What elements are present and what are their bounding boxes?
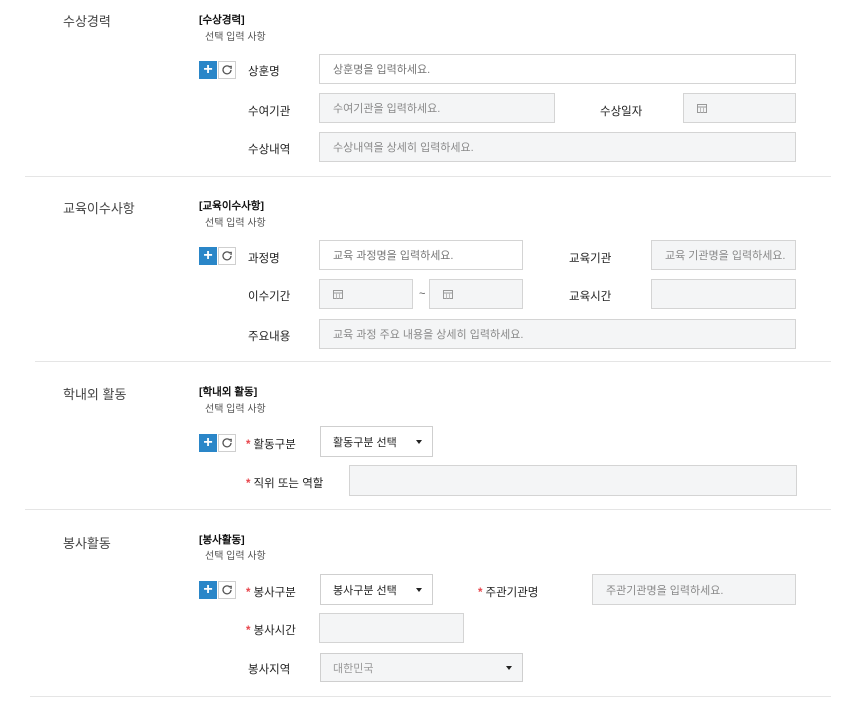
edu-institution-label: 교육기관: [569, 253, 612, 265]
awards-sub-title: [수상경력]: [199, 14, 245, 26]
reset-activity-button[interactable]: [218, 434, 236, 452]
host-org-label-text: 주관기관명: [485, 587, 539, 599]
awards-section-title: 수상경력: [63, 14, 111, 29]
volunteer-section-title: 봉사활동: [63, 536, 111, 551]
activities-section-title: 학내외 활동: [63, 387, 127, 402]
volunteer-hours-input[interactable]: [319, 613, 464, 643]
add-activity-button[interactable]: +: [199, 434, 217, 452]
volunteer-optional-note: 선택 입력 사항: [205, 551, 266, 562]
refresh-icon: [222, 65, 232, 75]
award-date-label: 수상일자: [600, 106, 643, 118]
award-date-input[interactable]: [683, 93, 796, 123]
education-section-title: 교육이수사항: [63, 201, 135, 216]
award-detail-label: 수상내역: [248, 144, 291, 156]
edu-period-label: 이수기간: [248, 291, 291, 303]
required-mark: *: [478, 587, 483, 599]
volunteer-type-select[interactable]: 봉사구분 선택: [320, 574, 433, 605]
activity-type-label-text: 활동구분: [253, 439, 296, 451]
volunteer-sub-title: [봉사활동]: [199, 534, 245, 546]
edu-hours-label: 교육시간: [569, 291, 612, 303]
volunteer-hours-label: * 봉사시간: [246, 622, 296, 638]
refresh-icon: [222, 251, 232, 261]
required-mark: *: [246, 439, 251, 451]
calendar-icon: [697, 103, 707, 113]
period-separator: ~: [419, 288, 426, 300]
reset-education-button[interactable]: [218, 247, 236, 265]
award-name-label: 상훈명: [248, 66, 280, 78]
volunteer-region-select[interactable]: 대한민국: [320, 653, 523, 682]
education-sub-title: [교육이수사항]: [199, 200, 264, 212]
calendar-icon: [443, 289, 453, 299]
refresh-icon: [222, 585, 232, 595]
award-org-label: 수여기관: [248, 106, 291, 118]
period-start-input[interactable]: [319, 279, 413, 309]
add-volunteer-button[interactable]: +: [199, 581, 217, 599]
activities-sub-title: [학내외 활동]: [199, 386, 258, 398]
reset-volunteer-button[interactable]: [218, 581, 236, 599]
edu-content-input[interactable]: 교육 과정 주요 내용을 상세히 입력하세요.: [319, 319, 796, 349]
volunteer-type-label-text: 봉사구분: [253, 587, 296, 599]
volunteer-type-label: * 봉사구분: [246, 584, 296, 600]
host-org-label: * 주관기관명: [478, 584, 538, 600]
awards-optional-note: 선택 입력 사항: [205, 32, 266, 43]
course-name-label: 과정명: [248, 253, 280, 265]
period-end-input[interactable]: [429, 279, 523, 309]
role-input[interactable]: [349, 465, 797, 496]
activities-optional-note: 선택 입력 사항: [205, 404, 266, 415]
calendar-icon: [333, 289, 343, 299]
activity-type-label: * 활동구분: [246, 436, 296, 452]
volunteer-type-select-value: 봉사구분 선택: [333, 584, 397, 597]
refresh-icon: [222, 438, 232, 448]
section-divider: [30, 696, 831, 697]
section-divider: [35, 361, 831, 362]
role-label-text: 직위 또는 역할: [253, 478, 324, 490]
section-divider: [25, 509, 831, 510]
caret-down-icon: [416, 587, 422, 592]
award-detail-input[interactable]: 수상내역을 상세히 입력하세요.: [319, 132, 796, 162]
volunteer-region-label: 봉사지역: [248, 664, 291, 676]
required-mark: *: [246, 478, 251, 490]
activity-type-select[interactable]: 활동구분 선택: [320, 426, 433, 457]
award-org-input[interactable]: 수여기관을 입력하세요.: [319, 93, 555, 123]
section-divider: [25, 176, 831, 177]
edu-institution-input[interactable]: 교육 기관명을 입력하세요.: [651, 240, 796, 270]
reset-award-button[interactable]: [218, 61, 236, 79]
caret-down-icon: [506, 665, 512, 670]
volunteer-hours-label-text: 봉사시간: [253, 625, 296, 637]
activity-type-select-value: 활동구분 선택: [333, 436, 397, 449]
host-org-input[interactable]: 주관기관명을 입력하세요.: [592, 574, 796, 605]
add-education-button[interactable]: +: [199, 247, 217, 265]
education-optional-note: 선택 입력 사항: [205, 218, 266, 229]
course-name-input[interactable]: 교육 과정명을 입력하세요.: [319, 240, 523, 270]
required-mark: *: [246, 587, 251, 599]
role-label: * 직위 또는 역할: [246, 475, 323, 491]
add-award-button[interactable]: +: [199, 61, 217, 79]
edu-hours-input[interactable]: [651, 279, 796, 309]
edu-content-label: 주요내용: [248, 331, 291, 343]
volunteer-region-select-value: 대한민국: [333, 662, 374, 675]
caret-down-icon: [416, 439, 422, 444]
award-name-input[interactable]: 상훈명을 입력하세요.: [319, 54, 796, 84]
required-mark: *: [246, 625, 251, 637]
